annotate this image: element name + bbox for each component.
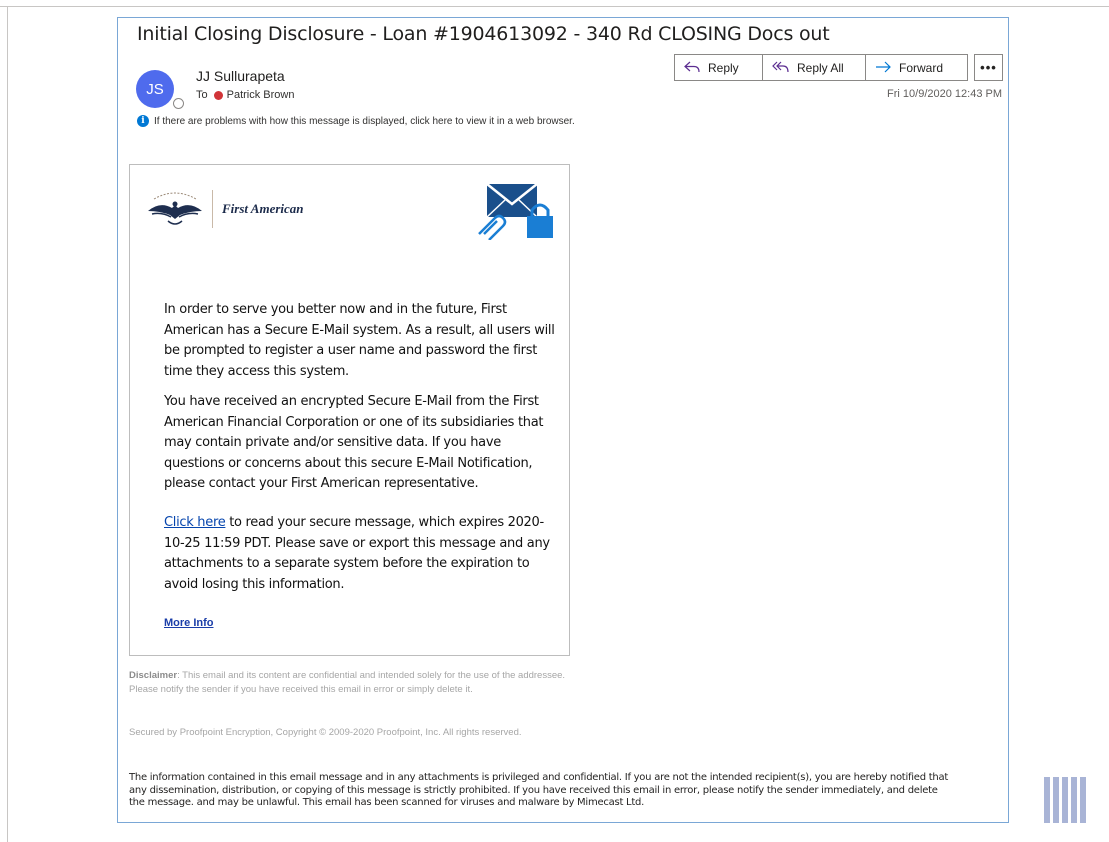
reply-icon xyxy=(684,60,700,76)
click-here-link[interactable]: Click here xyxy=(164,515,226,530)
more-actions-button[interactable]: ••• xyxy=(974,54,1003,81)
disclaimer: Disclaimer: This email and its content a… xyxy=(129,669,574,697)
body-paragraph-3: Click here to read your secure message, … xyxy=(164,513,559,595)
forward-button[interactable]: Forward xyxy=(865,54,968,81)
reply-button[interactable]: Reply xyxy=(674,54,763,81)
forward-label: Forward xyxy=(899,60,944,75)
message-body-card: First American In order to serve you bet… xyxy=(129,164,570,656)
recipient-presence-icon xyxy=(213,90,223,100)
to-label: To xyxy=(196,89,208,101)
logo-text: First American xyxy=(222,201,304,216)
received-date: Fri 10/9/2020 12:43 PM xyxy=(887,88,1002,100)
info-bar[interactable]: i If there are problems with how this me… xyxy=(137,115,575,127)
reply-all-icon xyxy=(772,60,789,76)
sender-name[interactable]: JJ Sullurapeta xyxy=(196,68,285,84)
sender-avatar[interactable]: JS xyxy=(136,70,174,108)
info-bar-text[interactable]: If there are problems with how this mess… xyxy=(154,116,575,127)
reply-all-label: Reply All xyxy=(797,60,844,75)
reply-label: Reply xyxy=(708,60,739,75)
more-info-link[interactable]: More Info xyxy=(164,617,214,629)
watermark-icon xyxy=(1044,777,1086,823)
forward-icon xyxy=(875,60,891,76)
window-border-left xyxy=(7,6,8,842)
proofpoint-notice: Secured by Proofpoint Encryption, Copyri… xyxy=(129,727,522,738)
legal-notice: The information contained in this email … xyxy=(129,772,949,808)
presence-status-icon xyxy=(173,98,184,109)
disclaimer-text: : This email and its content are confide… xyxy=(129,670,566,695)
recipient-line: To Patrick Brown xyxy=(196,89,294,101)
body-paragraph-1: In order to serve you better now and in … xyxy=(164,302,555,379)
message-actions: Reply Reply All Forward xyxy=(674,54,968,81)
info-icon: i xyxy=(137,115,149,127)
disclaimer-label: Disclaimer xyxy=(129,670,178,681)
window-border-top xyxy=(0,6,1109,7)
reply-all-button[interactable]: Reply All xyxy=(762,54,866,81)
first-american-logo: First American xyxy=(146,189,304,229)
body-paragraph-2: You have received an encrypted Secure E-… xyxy=(164,394,544,491)
eagle-logo-icon xyxy=(148,192,202,225)
logo-divider xyxy=(212,190,213,228)
envelope-lock-icon xyxy=(478,183,553,240)
reading-pane: Initial Closing Disclosure - Loan #19046… xyxy=(117,17,1009,823)
email-subject: Initial Closing Disclosure - Loan #19046… xyxy=(137,23,830,45)
recipient-name[interactable]: Patrick Brown xyxy=(227,89,295,101)
